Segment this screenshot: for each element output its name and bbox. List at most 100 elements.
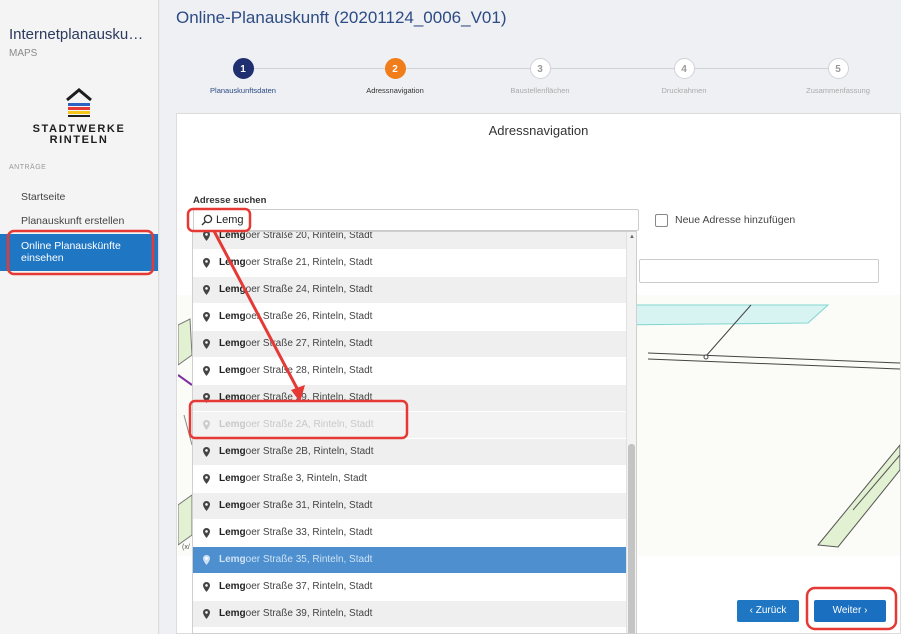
suggestion-item[interactable]: Lemgoer Straße 39, Rinteln, Stadt (193, 601, 628, 628)
map-pin-icon (203, 501, 210, 511)
map-pin-icon (203, 474, 210, 484)
step-4-label: Druckrahmen (661, 86, 707, 95)
suggestion-item[interactable]: Lemgoer Straße 26, Rinteln, Stadt (193, 304, 628, 331)
address-detail-input[interactable] (639, 259, 879, 283)
logo-text-line2: RINTELN (49, 134, 109, 146)
stadtwerke-logo: STADTWERKE RINTELN (14, 86, 144, 146)
suggestion-rest-text: oer Straße 39, Rinteln, Stadt (245, 608, 373, 619)
address-search-input[interactable]: Lemg (193, 209, 639, 231)
suggestion-match-text: Lemg (219, 608, 246, 619)
suggestion-rest-text: oer Straße 2A, Rinteln, Stadt (245, 419, 374, 430)
new-address-label: Neue Adresse hinzufügen (675, 214, 796, 226)
suggestion-match-text: Lemg (219, 392, 246, 403)
suggestion-match-text: Lemg (219, 527, 246, 538)
section-label-antraege: ANTRÄGE (9, 164, 47, 171)
suggestion-match-text: Lemg (219, 473, 246, 484)
suggestion-rest-text: oer Straße 24, Rinteln, Stadt (245, 284, 373, 295)
suggestion-rest-text: oer Straße 21, Rinteln, Stadt (245, 257, 373, 268)
suggestion-item[interactable]: Lemgoer Straße 2A, Rinteln, Stadt (193, 412, 628, 439)
step-4-number: 4 (673, 58, 695, 79)
search-icon (201, 214, 213, 226)
suggestion-item[interactable]: Lemgoer Straße 37, Rinteln, Stadt (193, 574, 628, 601)
suggestion-item[interactable]: Lemgoer Straße 20, Rinteln, Stadt (193, 231, 628, 250)
suggestion-rest-text: oer Straße 31, Rinteln, Stadt (245, 500, 373, 511)
suggestion-rest-text: oer Straße 2B, Rinteln, Stadt (245, 446, 374, 457)
sidebar: Internetplanausku… MAPS STADTWERKE RINTE… (0, 0, 159, 634)
suggestion-item[interactable]: Lemgoer Straße 29, Rinteln, Stadt (193, 385, 628, 412)
suggestion-item[interactable]: Lemgoer Straße 35, Rinteln, Stadt (193, 547, 628, 574)
map-pin-icon (203, 258, 210, 268)
next-button[interactable]: Weiter › (814, 600, 886, 622)
step-1-number: 1 (232, 58, 254, 79)
step-2-label: Adressnavigation (366, 86, 424, 95)
map-pin-icon (203, 312, 210, 322)
map-pin-icon (203, 232, 210, 241)
step-2[interactable]: 2 Adressnavigation (345, 58, 445, 95)
suggestion-rest-text: oer Straße 20, Rinteln, Stadt (245, 231, 373, 241)
scroll-up-arrow-icon[interactable]: ▲ (629, 234, 635, 240)
step-5-label: Zusammenfassung (806, 86, 870, 95)
suggestion-match-text: Lemg (219, 446, 246, 457)
map-pin-icon (203, 393, 210, 403)
step-1-label: Planauskunftsdaten (210, 86, 276, 95)
suggestion-rest-text: oer Straße 29, Rinteln, Stadt (245, 392, 373, 403)
suggestion-item[interactable]: Lemgoer Straße 28, Rinteln, Stadt (193, 358, 628, 385)
suggestion-rest-text: oer Straße 27, Rinteln, Stadt (245, 338, 373, 349)
new-address-checkbox[interactable] (655, 214, 668, 227)
app-window: Internetplanausku… MAPS STADTWERKE RINTE… (0, 0, 901, 634)
map-pin-icon (203, 528, 210, 538)
suggestion-rest-text: oer Straße 26, Rinteln, Stadt (245, 311, 373, 322)
card-title: Adressnavigation (488, 123, 589, 138)
step-3-number: 3 (529, 58, 551, 79)
dropdown-scroll-thumb[interactable] (628, 444, 635, 633)
suggestion-item[interactable]: Lemgoer Straße 24, Rinteln, Stadt (193, 277, 628, 304)
suggestion-rest-text: oer Straße 35, Rinteln, Stadt (245, 554, 373, 565)
suggestion-rest-text: oer Straße 33, Rinteln, Stadt (245, 527, 373, 538)
search-address-label: Adresse suchen (193, 195, 267, 206)
suggestion-match-text: Lemg (219, 581, 246, 592)
map-pin-icon (203, 366, 210, 376)
step-3[interactable]: 3 Baustellenflächen (490, 58, 590, 95)
map-pin-icon (203, 555, 210, 565)
suggestion-item[interactable]: Lemgoer Straße 4, Rinteln, Stadt (193, 628, 628, 633)
wizard-stepper: 1 Planauskunftsdaten 2 Adressnavigation … (176, 55, 901, 105)
suggestion-item[interactable]: Lemgoer Straße 21, Rinteln, Stadt (193, 250, 628, 277)
suggestion-rest-text: oer Straße 28, Rinteln, Stadt (245, 365, 373, 376)
step-5-number: 5 (827, 58, 849, 79)
map-pin-icon (203, 420, 210, 430)
suggestion-item[interactable]: Lemgoer Straße 2B, Rinteln, Stadt (193, 439, 628, 466)
sidebar-item-startseite[interactable]: Startseite (0, 185, 158, 209)
suggestion-item[interactable]: Lemgoer Straße 27, Rinteln, Stadt (193, 331, 628, 358)
map-coordinate-readout: (x/ (182, 544, 190, 551)
sidebar-item-planauskunft-erstellen[interactable]: Planauskunft erstellen (0, 209, 158, 233)
search-input-value: Lemg (216, 214, 244, 226)
suggestion-item[interactable]: Lemgoer Straße 31, Rinteln, Stadt (193, 493, 628, 520)
map-pin-icon (203, 339, 210, 349)
app-subtitle: MAPS (9, 48, 38, 59)
suggestion-match-text: Lemg (219, 257, 246, 268)
suggestion-item[interactable]: Lemgoer Straße 3, Rinteln, Stadt (193, 466, 628, 493)
suggestion-match-text: Lemg (219, 311, 246, 322)
step-4[interactable]: 4 Druckrahmen (634, 58, 734, 95)
app-title: Internetplanausku… (9, 26, 144, 43)
suggestion-rest-text: oer Straße 3, Rinteln, Stadt (245, 473, 367, 484)
suggestion-item[interactable]: Lemgoer Straße 33, Rinteln, Stadt (193, 520, 628, 547)
dropdown-scrollbar[interactable]: ▲ (626, 232, 636, 633)
suggestion-match-text: Lemg (219, 338, 246, 349)
suggestion-match-text: Lemg (219, 365, 246, 376)
map-pin-icon (203, 285, 210, 295)
suggestion-match-text: Lemg (219, 554, 246, 565)
map-pin-icon (203, 447, 210, 457)
suggestion-match-text: Lemg (219, 500, 246, 511)
back-button[interactable]: ‹ Zurück (737, 600, 799, 622)
sidebar-item-online-planauskuenfte[interactable]: Online Planauskünfte einsehen (0, 234, 158, 271)
address-suggestion-list[interactable]: Lemgoer Straße 20, Rinteln, Stadt Lemgoer… (192, 231, 637, 634)
step-1[interactable]: 1 Planauskunftsdaten (193, 58, 293, 95)
page-title: Online-Planauskunft (20201124_0006_V01) (176, 8, 507, 27)
house-logo-icon (66, 88, 92, 117)
step-2-number: 2 (384, 58, 406, 79)
map-pin-icon (203, 609, 210, 619)
step-3-label: Baustellenflächen (510, 86, 570, 95)
step-5[interactable]: 5 Zusammenfassung (788, 58, 888, 95)
suggestion-match-text: Lemg (219, 231, 246, 241)
